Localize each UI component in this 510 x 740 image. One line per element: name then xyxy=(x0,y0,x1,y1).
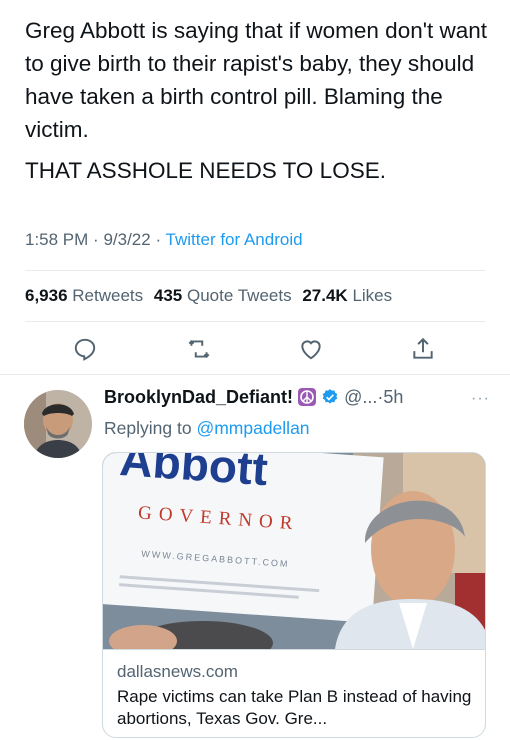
tweet-client-link[interactable]: Twitter for Android xyxy=(166,230,303,249)
likes-label: Likes xyxy=(352,286,393,305)
meta-separator: · xyxy=(155,230,162,249)
quotes-label: Quote Tweets xyxy=(187,286,292,305)
likes-count: 27.4K xyxy=(302,286,348,305)
retweets-stat[interactable]: 6,936 Retweets xyxy=(25,286,143,305)
likes-stat[interactable]: 27.4K Likes xyxy=(302,286,392,305)
tweet-body-caps: THAT ASSHOLE NEEDS TO LOSE. xyxy=(25,158,386,183)
avatar-photo xyxy=(24,390,92,458)
peace-icon xyxy=(298,388,317,406)
tweet-date[interactable]: 9/3/22 xyxy=(103,230,150,249)
card-footer: dallasnews.com Rape victims can take Pla… xyxy=(103,649,485,737)
reply-display-name[interactable]: BrooklynDad_Defiant! xyxy=(104,387,293,407)
quotes-count: 435 xyxy=(153,286,183,305)
meta-separator: · xyxy=(93,230,99,249)
tweet-text: Greg Abbott is saying that if women don'… xyxy=(25,14,495,187)
like-button[interactable] xyxy=(298,336,328,366)
tweet-stats: 6,936 Retweets 435 Quote Tweets 27.4K Li… xyxy=(25,286,392,306)
quotes-stat[interactable]: 435 Quote Tweets xyxy=(154,286,292,305)
replying-to-handle[interactable]: @mmpadellan xyxy=(196,418,309,438)
retweet-icon xyxy=(188,340,210,358)
tweet-time[interactable]: 1:58 PM xyxy=(25,230,88,249)
tweet-actions xyxy=(0,336,510,366)
card-title: Rape victims can take Plan B instead of … xyxy=(117,687,472,728)
divider xyxy=(25,321,485,322)
reply-icon xyxy=(74,338,96,361)
retweets-count: 6,936 xyxy=(25,286,68,305)
retweets-label: Retweets xyxy=(72,286,144,305)
share-button[interactable] xyxy=(410,336,440,366)
share-icon xyxy=(413,337,433,359)
replying-to-label: Replying to xyxy=(104,418,192,438)
more-options-icon[interactable]: ··· xyxy=(471,390,490,408)
retweet-button[interactable] xyxy=(186,336,216,366)
section-separator xyxy=(0,374,510,375)
divider xyxy=(25,270,485,271)
verified-icon xyxy=(321,388,339,406)
reply-handle[interactable]: @... xyxy=(344,387,377,407)
tweet-body: Greg Abbott is saying that if women don'… xyxy=(25,18,488,142)
replying-to: Replying to @mmpadellan xyxy=(104,418,310,439)
like-icon xyxy=(301,340,321,360)
card-image: Abbott GOVERNOR WWW.GREGABBOTT.COM xyxy=(103,453,485,649)
card-domain: dallasnews.com xyxy=(117,662,238,681)
reply-header: BrooklynDad_Defiant! @...·5h xyxy=(104,387,403,408)
reply-time[interactable]: 5h xyxy=(383,387,403,407)
reply-button[interactable] xyxy=(72,336,102,366)
link-card[interactable]: Abbott GOVERNOR WWW.GREGABBOTT.COM dalla… xyxy=(102,452,486,738)
tweet-meta: 1:58 PM · 9/3/22 · Twitter for Android xyxy=(25,230,303,250)
avatar[interactable] xyxy=(24,390,92,458)
